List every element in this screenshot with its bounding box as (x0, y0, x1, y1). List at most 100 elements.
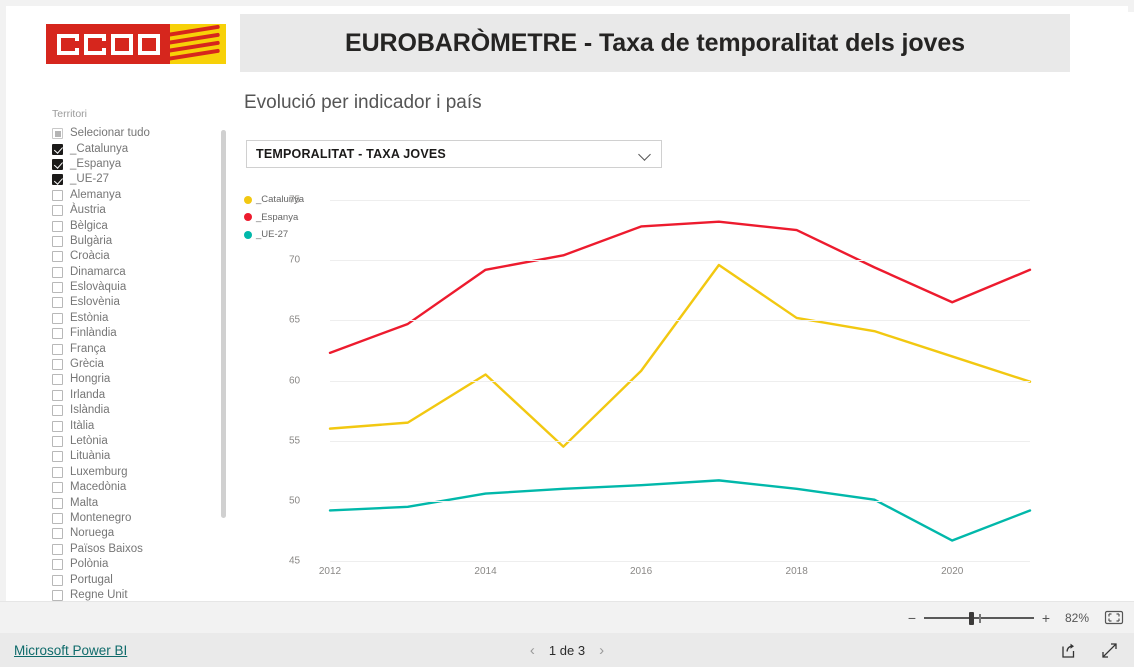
checkbox-unchecked-icon[interactable] (52, 528, 63, 540)
slicer-item[interactable]: Països Baixos (52, 542, 232, 557)
series-line-catalunya[interactable] (328, 263, 1032, 448)
slicer-item[interactable]: Estònia (52, 311, 232, 326)
page-indicator: 1 de 3 (548, 642, 586, 658)
checkbox-unchecked-icon[interactable] (52, 251, 63, 263)
territory-slicer[interactable]: Territori Selecionar tudo _Catalunya _Espa… (46, 108, 232, 604)
legend-label: _UE-27 (256, 229, 289, 240)
series-line-espanya[interactable] (328, 220, 1032, 355)
zoom-in-button[interactable]: + (1038, 610, 1054, 626)
slicer-item[interactable]: Àustria (52, 203, 232, 218)
checkbox-unchecked-icon[interactable] (52, 436, 63, 447)
page-navigation[interactable]: ‹ 1 de 3 › (482, 643, 652, 658)
checkbox-unchecked-icon[interactable] (52, 451, 63, 463)
line-chart-plot: 45 50 55 60 65 70 75 2012 2014 2016 2018 2020 (289, 188, 1041, 583)
visual-subtitle: Evolució per indicador i país (244, 92, 482, 113)
checkbox-unchecked-icon[interactable] (52, 574, 63, 586)
slicer-item[interactable]: Irlanda (52, 388, 232, 403)
share-icon[interactable] (1060, 642, 1077, 659)
checkbox-partial-icon[interactable] (52, 128, 63, 140)
slicer-item[interactable]: Itàlia (52, 418, 232, 433)
y-axis-tick-label: 65 (289, 314, 301, 326)
slicer-item[interactable]: Selecionar tudo (52, 126, 232, 141)
checkbox-unchecked-icon[interactable] (52, 205, 63, 217)
footer-action-icons (1060, 642, 1118, 659)
checkbox-unchecked-icon[interactable] (52, 466, 63, 478)
power-bi-report-viewer: EUROBARÒMETRE - Taxa de temporalitat del… (0, 0, 1134, 667)
logo-glyph-o2 (137, 33, 160, 55)
x-axis-tick-label: 2018 (785, 566, 808, 577)
indicator-dropdown[interactable]: TEMPORALITAT - TAXA JOVES (246, 140, 662, 168)
checkbox-unchecked-icon[interactable] (52, 312, 63, 324)
y-gridline (330, 260, 1030, 262)
slicer-item[interactable]: Polònia (52, 557, 232, 572)
slicer-item-label: Malta (70, 496, 99, 509)
checkbox-unchecked-icon[interactable] (52, 235, 63, 247)
checkbox-checked-icon[interactable] (52, 158, 63, 170)
checkbox-unchecked-icon[interactable] (52, 512, 63, 524)
slicer-item[interactable]: Portugal (52, 572, 232, 587)
checkbox-unchecked-icon[interactable] (52, 497, 63, 509)
slicer-item-label: Finlàndia (70, 327, 117, 340)
checkbox-unchecked-icon[interactable] (52, 543, 63, 555)
slicer-item[interactable]: Letònia (52, 434, 232, 449)
slicer-item[interactable]: Luxemburg (52, 465, 232, 480)
zoom-out-button[interactable]: − (904, 610, 920, 626)
slicer-item[interactable]: Eslovènia (52, 295, 232, 310)
zoom-level-label: 82% (1064, 610, 1090, 625)
slicer-item[interactable]: Noruega (52, 526, 232, 541)
slicer-item[interactable]: Montenegro (52, 511, 232, 526)
slicer-item[interactable]: Lituània (52, 449, 232, 464)
checkbox-unchecked-icon[interactable] (52, 282, 63, 294)
slicer-item-label: Irlanda (70, 388, 106, 401)
zoom-slider-thumb[interactable] (969, 611, 974, 625)
checkbox-unchecked-icon[interactable] (52, 328, 63, 340)
slicer-item[interactable]: Dinamarca (52, 265, 232, 280)
checkbox-checked-icon[interactable] (52, 174, 63, 186)
slicer-item[interactable]: _Catalunya (52, 141, 232, 156)
checkbox-unchecked-icon[interactable] (52, 343, 63, 355)
slicer-item-label: Eslovàquia (70, 281, 127, 294)
slicer-item[interactable]: Finlàndia (52, 326, 232, 341)
slicer-item[interactable]: Islàndia (52, 403, 232, 418)
next-page-icon[interactable]: › (599, 643, 604, 658)
slicer-item[interactable]: Grècia (52, 357, 232, 372)
slicer-item[interactable]: Croàcia (52, 249, 232, 264)
checkbox-unchecked-icon[interactable] (52, 420, 63, 432)
slicer-item-label: Macedònia (70, 481, 127, 494)
slicer-item[interactable]: Hongria (52, 372, 232, 387)
slicer-item-label: Dinamarca (70, 265, 126, 278)
checkbox-unchecked-icon[interactable] (52, 589, 63, 601)
slicer-item[interactable]: França (52, 341, 232, 356)
slicer-item[interactable]: _UE-27 (52, 172, 232, 187)
checkbox-unchecked-icon[interactable] (52, 482, 63, 494)
checkbox-checked-icon[interactable] (52, 143, 63, 155)
checkbox-unchecked-icon[interactable] (52, 405, 63, 417)
slicer-scrollbar[interactable] (221, 130, 226, 518)
previous-page-icon[interactable]: ‹ (530, 643, 535, 658)
slicer-scrollbar-thumb[interactable] (221, 130, 226, 518)
zoom-slider[interactable] (924, 611, 1034, 625)
fullscreen-icon[interactable] (1101, 642, 1118, 659)
slicer-item[interactable]: Macedònia (52, 480, 232, 495)
slicer-item-list[interactable]: Selecionar tudo _Catalunya _Espanya _UE-27 A… (46, 126, 232, 603)
slicer-item[interactable]: Alemanya (52, 188, 232, 203)
checkbox-unchecked-icon[interactable] (52, 220, 63, 232)
slicer-item[interactable]: _Espanya (52, 157, 232, 172)
fit-to-page-icon[interactable] (1104, 610, 1124, 625)
checkbox-unchecked-icon[interactable] (52, 297, 63, 309)
checkbox-unchecked-icon[interactable] (52, 559, 63, 571)
series-line-ue-27[interactable] (328, 479, 1032, 542)
slicer-item[interactable]: Eslovàquia (52, 280, 232, 295)
slicer-item[interactable]: Bèlgica (52, 218, 232, 233)
slicer-item[interactable]: Malta (52, 495, 232, 510)
slicer-item[interactable]: Bulgària (52, 234, 232, 249)
checkbox-unchecked-icon[interactable] (52, 359, 63, 371)
slicer-item-label: Luxemburg (70, 465, 128, 478)
checkbox-unchecked-icon[interactable] (52, 374, 63, 386)
report-footer: Microsoft Power BI ‹ 1 de 3 › (0, 633, 1134, 667)
slicer-item-label: Portugal (70, 573, 113, 586)
checkbox-unchecked-icon[interactable] (52, 266, 63, 278)
checkbox-unchecked-icon[interactable] (52, 189, 63, 201)
powerbi-brand-link[interactable]: Microsoft Power BI (14, 643, 127, 658)
checkbox-unchecked-icon[interactable] (52, 389, 63, 401)
